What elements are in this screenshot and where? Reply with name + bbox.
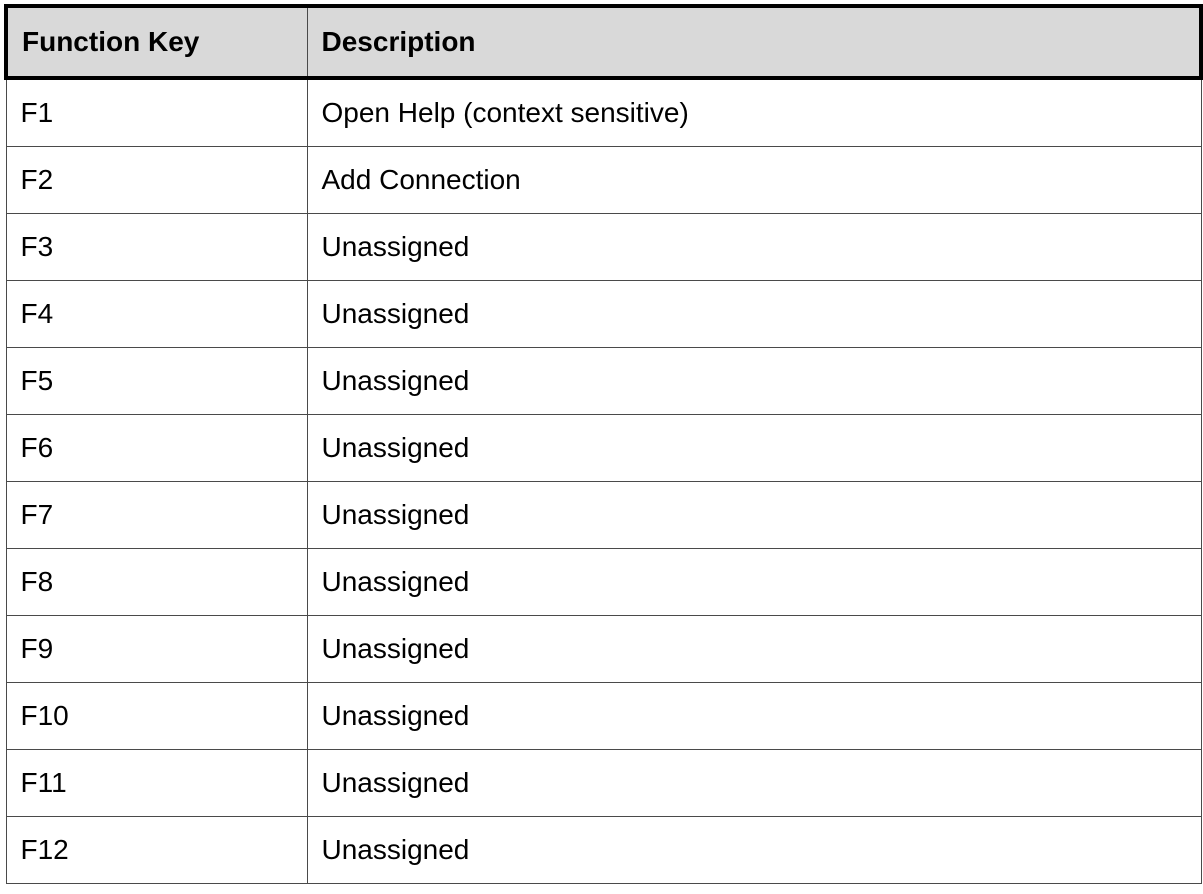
table-row: F12 Unassigned	[5, 816, 1202, 884]
table-row: F7 Unassigned	[5, 481, 1202, 549]
header-function-key: Function Key	[4, 4, 308, 80]
cell-description: Add Connection	[306, 146, 1202, 214]
cell-function-key: F8	[5, 548, 308, 616]
cell-function-key: F3	[5, 213, 308, 281]
cell-description: Unassigned	[306, 347, 1202, 415]
cell-description: Unassigned	[306, 414, 1202, 482]
table-row: F9 Unassigned	[5, 615, 1202, 683]
table-body: F1 Open Help (context sensitive) F2 Add …	[5, 77, 1202, 884]
header-row: Function Key Description	[4, 4, 1203, 80]
cell-function-key: F2	[5, 146, 308, 214]
table-row: F6 Unassigned	[5, 414, 1202, 482]
cell-function-key: F10	[5, 682, 308, 750]
cell-function-key: F9	[5, 615, 308, 683]
cell-description: Unassigned	[306, 213, 1202, 281]
cell-function-key: F4	[5, 280, 308, 348]
cell-description: Unassigned	[306, 615, 1202, 683]
cell-function-key: F1	[5, 77, 308, 147]
cell-function-key: F7	[5, 481, 308, 549]
table-row: F3 Unassigned	[5, 213, 1202, 281]
table-row: F4 Unassigned	[5, 280, 1202, 348]
table-row: F8 Unassigned	[5, 548, 1202, 616]
table-row: F2 Add Connection	[5, 146, 1202, 214]
cell-description: Unassigned	[306, 749, 1202, 817]
function-key-table-container: Function Key Description F1 Open Help (c…	[4, 4, 1203, 884]
table-row: F1 Open Help (context sensitive)	[5, 77, 1202, 147]
table-header: Function Key Description	[4, 4, 1203, 80]
function-key-table: Function Key Description F1 Open Help (c…	[4, 4, 1203, 884]
cell-description: Unassigned	[306, 548, 1202, 616]
cell-function-key: F6	[5, 414, 308, 482]
cell-description: Open Help (context sensitive)	[306, 77, 1202, 147]
table-row: F5 Unassigned	[5, 347, 1202, 415]
cell-function-key: F12	[5, 816, 308, 884]
cell-description: Unassigned	[306, 481, 1202, 549]
cell-description: Unassigned	[306, 682, 1202, 750]
header-description: Description	[306, 4, 1203, 80]
table-row: F11 Unassigned	[5, 749, 1202, 817]
cell-function-key: F11	[5, 749, 308, 817]
cell-function-key: F5	[5, 347, 308, 415]
cell-description: Unassigned	[306, 280, 1202, 348]
table-row: F10 Unassigned	[5, 682, 1202, 750]
cell-description: Unassigned	[306, 816, 1202, 884]
